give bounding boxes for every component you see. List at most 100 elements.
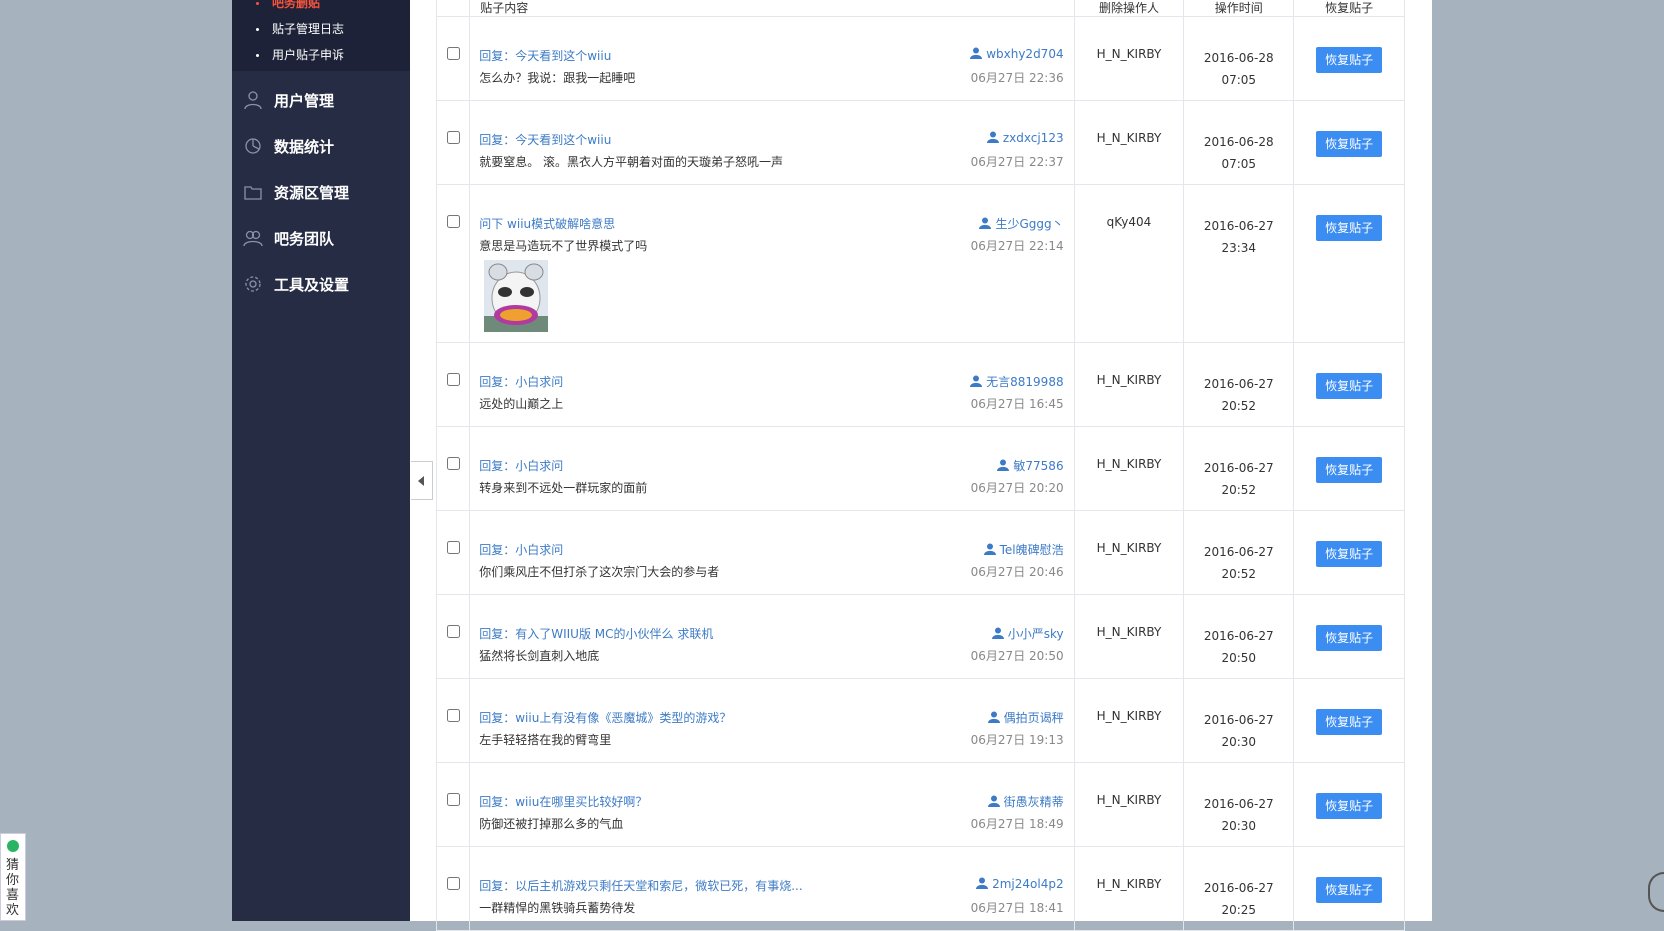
operation-time: 20:25 xyxy=(1221,903,1257,917)
header-action: 恢复贴子 xyxy=(1293,0,1405,17)
post-author-link[interactable]: 街愚灰精蒂 xyxy=(987,793,1064,810)
table-row: 问下 wiiu模式破解啥意思 意思是马造玩不了世界模式了吗 生少Gggg丶 06… xyxy=(435,184,1405,343)
post-body: 左手轻轻搭在我的臂弯里 xyxy=(479,733,612,747)
table-row: 回复：今天看到这个wiiu 怎么办？我说：跟我一起睡吧 wbxhy2d704 0… xyxy=(435,16,1405,101)
post-title-link[interactable]: 回复：以后主机游戏只剩任天堂和索尼，微软已死，有事烧... xyxy=(479,877,802,894)
table-row: 回复：有入了WIIU版 MC的小伙伴么 求联机 猛然将长剑直刺入地底 小小严sk… xyxy=(435,594,1405,679)
operation-time: 07:05 xyxy=(1221,157,1257,171)
post-time: 06月27日 22:14 xyxy=(970,239,1064,253)
post-body: 你们乘风庄不但打杀了这次宗门大会的参与者 xyxy=(479,565,720,579)
table-row: 回复：以后主机游戏只剩任天堂和索尼，微软已死，有事烧... 一群精悍的黑铁骑兵蓄… xyxy=(435,846,1405,931)
nav-item-user-management[interactable]: 用户管理 xyxy=(232,78,410,122)
post-author-link[interactable]: Tel魄碑慰浩 xyxy=(983,541,1064,558)
post-title-link[interactable]: 回复：今天看到这个wiiu xyxy=(479,131,611,148)
post-title-link[interactable]: 回复：有入了WIIU版 MC的小伙伴么 求联机 xyxy=(479,625,713,642)
restore-post-button[interactable]: 恢复贴子 xyxy=(1316,215,1383,241)
post-time: 06月27日 20:46 xyxy=(970,565,1064,579)
table-row: 回复：wiiu上有没有像《恶魔城》类型的游戏？ 左手轻轻搭在我的臂弯里 偶拍页谒… xyxy=(435,678,1405,763)
row-checkbox[interactable] xyxy=(446,709,460,722)
user-icon xyxy=(970,375,983,387)
post-title-link[interactable]: 问下 wiiu模式破解啥意思 xyxy=(479,215,615,232)
operator-name: H_N_KIRBY xyxy=(1096,877,1162,891)
nav-item-resources[interactable]: 资源区管理 xyxy=(232,170,410,214)
post-author-link[interactable]: wbxhy2d704 xyxy=(970,47,1064,61)
main-frame: 吧务删贴 贴子管理日志 用户贴子申诉 用户管理 数据统计 资源区管理 吧务团队 … xyxy=(232,0,1432,931)
operation-date: 2016-06-28 xyxy=(1203,135,1274,149)
row-checkbox[interactable] xyxy=(446,47,460,60)
row-checkbox[interactable] xyxy=(446,215,460,228)
post-time: 06月27日 16:45 xyxy=(970,397,1064,411)
post-author-link[interactable]: 生少Gggg丶 xyxy=(979,215,1064,232)
row-checkbox[interactable] xyxy=(446,625,460,638)
post-author-link[interactable]: 无言8819988 xyxy=(970,373,1064,390)
deleted-posts-table: 贴子内容 删除操作人 操作时间 恢复贴子 回复：今天看到这个wiiu 怎么办？我… xyxy=(435,0,1405,931)
operation-date: 2016-06-27 xyxy=(1203,461,1274,475)
caret-left-icon xyxy=(418,476,424,486)
post-title-link[interactable]: 回复：小白求问 xyxy=(479,457,563,474)
operator-name: H_N_KIRBY xyxy=(1096,457,1162,471)
restore-post-button[interactable]: 恢复贴子 xyxy=(1316,373,1383,399)
user-icon xyxy=(976,877,989,889)
post-title-link[interactable]: 回复：wiiu在哪里买比较好啊？ xyxy=(479,793,647,810)
operator-name: qKy404 xyxy=(1106,215,1152,229)
user-icon xyxy=(987,711,1000,723)
nav-item-settings[interactable]: 工具及设置 xyxy=(232,262,410,306)
post-author-link[interactable]: 2mj24ol4p2 xyxy=(976,877,1064,891)
restore-post-button[interactable]: 恢复贴子 xyxy=(1316,457,1383,483)
table-row: 回复：小白求问 你们乘风庄不但打杀了这次宗门大会的参与者 Tel魄碑慰浩 06月… xyxy=(435,510,1405,595)
post-time: 06月27日 20:20 xyxy=(970,481,1064,495)
user-icon xyxy=(997,459,1010,471)
restore-post-button[interactable]: 恢复贴子 xyxy=(1316,709,1383,735)
status-dot-icon xyxy=(7,840,19,852)
row-checkbox[interactable] xyxy=(446,131,460,144)
post-image-panda-goggles[interactable] xyxy=(484,260,549,332)
sub-item-delete-posts[interactable]: 吧务删贴 xyxy=(232,0,410,14)
restore-post-button[interactable]: 恢复贴子 xyxy=(1316,877,1383,903)
post-author-link[interactable]: 敏77586 xyxy=(997,457,1064,474)
row-checkbox[interactable] xyxy=(446,877,460,890)
restore-post-button[interactable]: 恢复贴子 xyxy=(1316,541,1383,567)
row-checkbox[interactable] xyxy=(446,457,460,470)
row-checkbox[interactable] xyxy=(446,541,460,554)
post-author-link[interactable]: zxdxcj123 xyxy=(986,131,1064,145)
operation-date: 2016-06-27 xyxy=(1203,545,1274,559)
post-table-panel: 贴子内容 删除操作人 操作时间 恢复贴子 回复：今天看到这个wiiu 怎么办？我… xyxy=(435,0,1408,931)
post-title-link[interactable]: 回复：wiiu上有没有像《恶魔城》类型的游戏？ xyxy=(479,709,731,726)
operation-time: 20:52 xyxy=(1221,567,1257,581)
post-author-link[interactable]: 偶拍页谒秤 xyxy=(987,709,1064,726)
restore-post-button[interactable]: 恢复贴子 xyxy=(1316,625,1383,651)
post-body: 远处的山巅之上 xyxy=(479,397,564,411)
header-time: 操作时间 xyxy=(1183,0,1295,17)
bullet-icon xyxy=(256,54,259,57)
post-author-link[interactable]: 小小严sky xyxy=(991,625,1064,642)
row-checkbox[interactable] xyxy=(446,793,460,806)
operation-time: 07:05 xyxy=(1221,73,1257,87)
post-title-link[interactable]: 回复：小白求问 xyxy=(479,373,563,390)
user-icon xyxy=(991,627,1004,639)
nav-item-statistics[interactable]: 数据统计 xyxy=(232,124,410,168)
post-title-link[interactable]: 回复：今天看到这个wiiu xyxy=(479,47,611,64)
restore-post-button[interactable]: 恢复贴子 xyxy=(1316,47,1383,73)
operation-date: 2016-06-28 xyxy=(1203,51,1274,65)
post-body: 一群精悍的黑铁骑兵蓄势待发 xyxy=(479,901,636,915)
operation-date: 2016-06-27 xyxy=(1203,713,1274,727)
restore-post-button[interactable]: 恢复贴子 xyxy=(1316,131,1383,157)
post-body: 就要窒息。 滚。黑衣人方平朝着对面的天璇弟子怒吼一声 xyxy=(479,155,784,169)
operator-name: H_N_KIRBY xyxy=(1096,373,1162,387)
user-icon xyxy=(979,217,992,229)
user-icon xyxy=(983,543,996,555)
nav-item-team[interactable]: 吧务团队 xyxy=(232,216,410,260)
edge-handle-icon[interactable] xyxy=(1648,872,1664,912)
sub-menu: 吧务删贴 贴子管理日志 用户贴子申诉 xyxy=(232,0,410,71)
operation-time: 20:50 xyxy=(1221,651,1257,665)
sub-item-appeals[interactable]: 用户贴子申诉 xyxy=(232,44,410,66)
row-checkbox[interactable] xyxy=(446,373,460,386)
sidebar-collapse-button[interactable] xyxy=(411,461,433,500)
header-post: 贴子内容 xyxy=(469,0,1075,17)
operator-name: H_N_KIRBY xyxy=(1096,541,1162,555)
sub-item-post-log[interactable]: 贴子管理日志 xyxy=(232,18,410,40)
recommend-widget[interactable]: 猜你喜欢 xyxy=(0,833,26,921)
restore-post-button[interactable]: 恢复贴子 xyxy=(1316,793,1383,819)
user-icon xyxy=(970,47,983,59)
post-title-link[interactable]: 回复：小白求问 xyxy=(479,541,563,558)
